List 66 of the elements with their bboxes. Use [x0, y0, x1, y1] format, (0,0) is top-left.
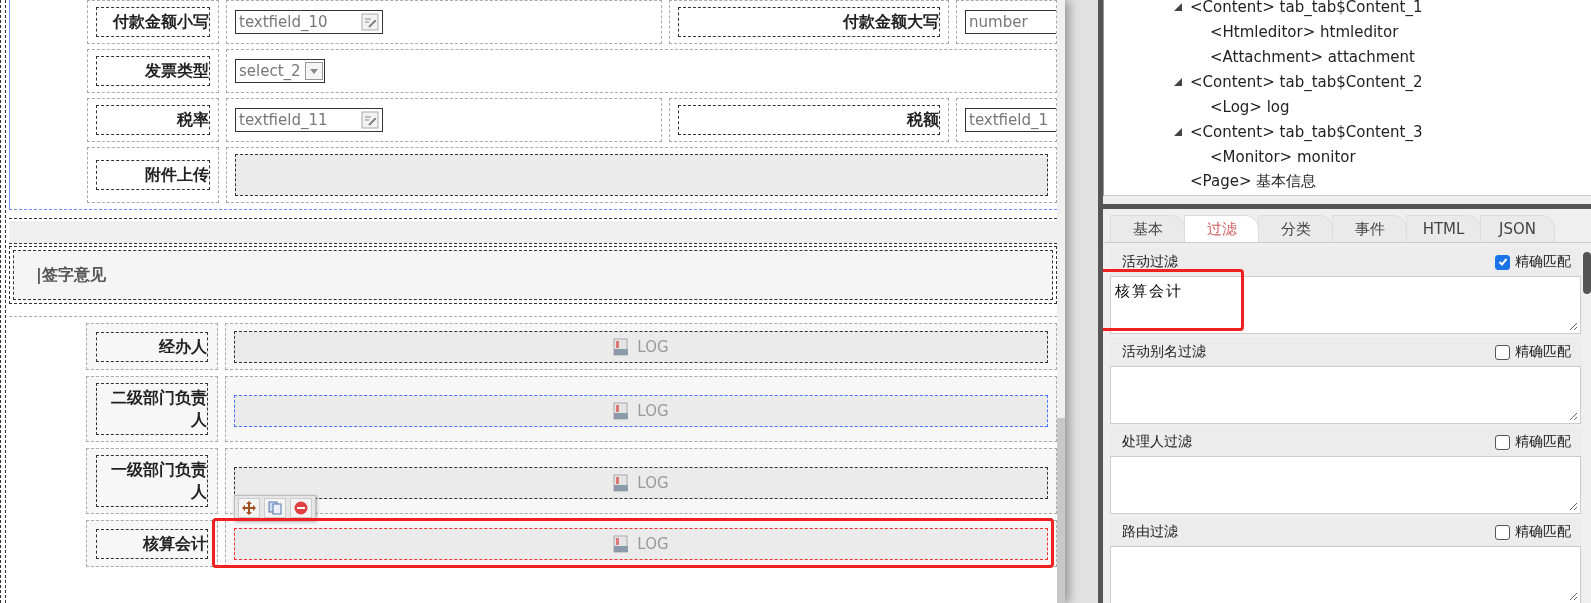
exact-match-checkbox[interactable]: 精确匹配: [1495, 253, 1571, 271]
move-icon: [242, 500, 256, 515]
tab[interactable]: HTML: [1406, 215, 1481, 242]
field-label: 附件上传: [96, 160, 210, 190]
tab[interactable]: 事件: [1332, 215, 1407, 242]
exact-match-checkbox[interactable]: 精确匹配: [1495, 343, 1571, 361]
filter-value: 核算会计: [1115, 282, 1183, 300]
scroll-bar[interactable]: [1057, 0, 1065, 603]
tree-item[interactable]: <Content> tab_tab$Content_3: [1166, 119, 1591, 144]
copy-button[interactable]: [264, 497, 286, 518]
field-label: 税额: [678, 105, 940, 135]
resize-grip-icon[interactable]: [1568, 501, 1578, 511]
filter-label: 活动别名过滤: [1122, 343, 1206, 361]
tree-item[interactable]: <Log> log: [1166, 94, 1591, 119]
tree-item[interactable]: <Content> tab_tab$Content_2: [1166, 69, 1591, 94]
field-label: 税率: [96, 105, 210, 135]
field-label: 付款金额大写: [678, 7, 940, 37]
tab[interactable]: 分类: [1258, 215, 1333, 242]
log-file-icon: [613, 534, 630, 553]
tab[interactable]: 过滤: [1184, 215, 1259, 242]
field-label: 核算会计: [96, 528, 208, 559]
text-field[interactable]: textfield_10: [235, 10, 383, 34]
tree-item[interactable]: <Htmleditor> htmleditor: [1166, 19, 1591, 44]
copy-icon: [268, 500, 282, 515]
move-button[interactable]: [238, 497, 260, 518]
resize-grip-icon[interactable]: [1568, 591, 1578, 601]
filter-label: 活动过滤: [1122, 253, 1178, 271]
text-field[interactable]: textfield_11: [235, 108, 383, 132]
tree-item[interactable]: <Page> 基本信息: [1166, 169, 1591, 194]
section-title: |签字意见: [36, 264, 106, 286]
attachment-area[interactable]: [235, 154, 1048, 196]
edit-icon: [361, 13, 379, 31]
delete-icon: [294, 500, 308, 515]
log-file-icon: [613, 402, 630, 420]
field-label: 发票类型: [96, 56, 210, 86]
checkbox[interactable]: [1495, 254, 1510, 270]
dropdown-icon: [304, 62, 323, 80]
field-label: 付款金额小写: [96, 7, 210, 37]
input-field[interactable]: textfield_1: [965, 108, 1056, 132]
tree-item[interactable]: <Monitor> monitor: [1166, 144, 1591, 169]
resize-grip-icon[interactable]: [1568, 411, 1578, 421]
field-label: 经办人: [96, 331, 208, 362]
filter-text-area[interactable]: 核算会计: [1110, 276, 1581, 334]
checkbox[interactable]: [1495, 434, 1510, 450]
field-label: 一级部门负责人: [96, 455, 208, 507]
select-field[interactable]: select_2: [235, 59, 325, 83]
delete-button[interactable]: [290, 497, 312, 518]
exact-match-checkbox[interactable]: 精确匹配: [1495, 523, 1571, 541]
checkbox[interactable]: [1495, 344, 1510, 360]
checkbox[interactable]: [1495, 524, 1510, 540]
tree-item[interactable]: <Content> tab_tab$Content_1: [1166, 0, 1591, 19]
tab[interactable]: 基本: [1110, 215, 1185, 242]
input-field[interactable]: number: [965, 10, 1056, 34]
field-label: 二级部门负责人: [96, 383, 208, 435]
tab[interactable]: JSON: [1480, 215, 1555, 242]
edit-icon: [361, 111, 379, 129]
exact-match-checkbox[interactable]: 精确匹配: [1495, 433, 1571, 451]
resize-grip-icon[interactable]: [1568, 321, 1578, 331]
expanded-triangle-icon[interactable]: [1174, 127, 1182, 136]
log-file-icon: [613, 474, 630, 492]
filter-label: 路由过滤: [1122, 523, 1178, 541]
tree-item[interactable]: <Attachment> attachment: [1166, 44, 1591, 69]
expanded-triangle-icon[interactable]: [1174, 2, 1182, 11]
filter-label: 处理人过滤: [1122, 433, 1192, 451]
log-file-icon: [613, 337, 630, 356]
expanded-triangle-icon[interactable]: [1174, 77, 1182, 86]
